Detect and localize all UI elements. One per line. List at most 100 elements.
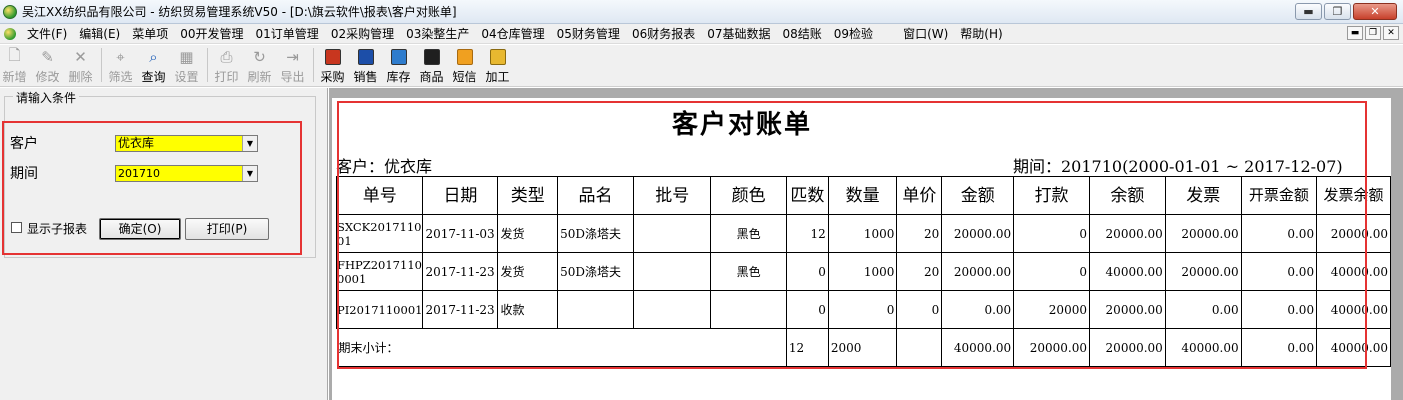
sales-icon [357,49,374,65]
cell-type: 发货 [497,252,559,291]
col-header: 单价 [896,176,943,215]
toolbar-separator [207,48,208,82]
col-header: 打款 [1013,176,1090,215]
menu-help[interactable]: 帮助(H) [954,25,1008,42]
export-button[interactable]: ⇥ 导出 [278,48,307,85]
col-header: 匹数 [785,176,829,215]
total-invoice: 40000.00 [1164,328,1242,367]
report-page: 客户对账单 客户：优衣库 期间：201710(2000-01-01 ~ 2017… [332,98,1391,400]
cell-date: 2017-11-23 [422,252,499,291]
col-header: 开票金额 [1240,176,1318,215]
col-header: 品名 [557,176,634,215]
cell-paid: 0 [1013,214,1090,253]
cell-amount: 0.00 [941,290,1015,329]
menu-base-data[interactable]: 07基础数据 [701,25,776,42]
mdi-minimize-button[interactable]: ▬ [1347,26,1363,40]
inventory-button[interactable]: 库存 [384,48,413,85]
menu-edit[interactable]: 编辑(E) [73,25,126,42]
sms-button[interactable]: 短信 [450,48,479,85]
purchase-button[interactable]: 采购 [318,48,347,85]
filter-button-label: 筛选 [108,70,133,84]
cell-date: 2017-11-23 [422,290,499,329]
mdi-restore-button[interactable]: ❐ [1365,26,1381,40]
cell-doc-no: PI2017110001 [335,290,424,329]
chevron-down-icon[interactable]: ▼ [242,136,257,151]
settings-button[interactable]: ▦ 设置 [172,48,201,85]
menu-bar: 文件(F) 编辑(E) 菜单项 00开发管理 01订单管理 02采购管理 03染… [0,24,1403,44]
cell-doc-no: FHPZ20171100001 [335,252,424,291]
menu-finance-management[interactable]: 05财务管理 [551,25,626,42]
menu-finance-reports[interactable]: 06财务报表 [626,25,701,42]
cell-balance: 20000.00 [1088,214,1166,253]
edit-icon: ✎ [41,48,54,66]
cell-pieces: 0 [785,252,829,291]
menu-dev-management[interactable]: 00开发管理 [174,25,249,42]
cell-product: 50D涤塔夫 [557,252,634,291]
cell-price: 20 [896,214,943,253]
refresh-button[interactable]: ↻ 刷新 [245,48,274,85]
refresh-icon: ↻ [253,48,266,66]
mdi-close-button[interactable]: ✕ [1383,26,1399,40]
table-row[interactable]: FHPZ20171100001 2017-11-23 发货 50D涤塔夫 黑色 … [335,252,1391,291]
cell-invoiced: 0.00 [1240,214,1318,253]
close-button[interactable]: ✕ [1353,3,1397,20]
cell-color: 黑色 [710,214,787,253]
purchase-button-label: 采购 [320,70,345,84]
table-header-row: 单号 日期 类型 品名 批号 颜色 匹数 数量 单价 金额 打款 余额 发票 开… [335,176,1391,215]
goods-button[interactable]: 商品 [417,48,446,85]
chevron-down-icon[interactable]: ▼ [242,166,257,181]
cell-type: 发货 [497,214,559,253]
menu-purchase-management[interactable]: 02采购管理 [325,25,400,42]
customer-select[interactable]: 优衣库 ▼ [115,135,258,152]
total-qty: 2000 [827,328,897,367]
toolbar-separator [313,48,314,82]
print-button[interactable]: 打印(P) [185,218,269,240]
document-icon[interactable] [4,27,16,40]
cell-balance: 40000.00 [1088,252,1166,291]
restore-button[interactable]: ❐ [1324,3,1351,20]
menu-warehouse-management[interactable]: 04仓库管理 [475,25,550,42]
sales-button-label: 销售 [353,70,378,84]
settings-button-label: 设置 [174,70,199,84]
sales-button[interactable]: 销售 [351,48,380,85]
app-logo-icon [3,4,17,19]
confirm-button[interactable]: 确定(O) [99,218,181,240]
filter-button[interactable]: ⌖ 筛选 [106,48,135,85]
condition-legend: 请输入条件 [13,89,80,106]
print-toolbar-button[interactable]: ⎙ 打印 [212,48,241,85]
new-button[interactable]: 🗋 新增 [0,46,29,85]
customer-label: 客户 [10,136,38,152]
col-header: 余额 [1088,176,1166,215]
purchase-icon [324,49,341,65]
statement-table: 单号 日期 类型 品名 批号 颜色 匹数 数量 单价 金额 打款 余额 发票 开… [335,176,1391,367]
table-row[interactable]: PI2017110001 2017-11-23 收款 0 0 0 0.00 20… [335,290,1391,329]
table-row[interactable]: SXCK201711001 2017-11-03 发货 50D涤塔夫 黑色 12… [335,214,1391,253]
menu-closing[interactable]: 08结账 [777,25,828,42]
cell-invoice: 20000.00 [1164,214,1242,253]
menu-inspection[interactable]: 09检验 [828,25,879,42]
menu-file[interactable]: 文件(F) [21,25,73,42]
total-pieces: 12 [785,328,829,367]
menu-dyeing-production[interactable]: 03染整生产 [400,25,475,42]
cell-invoice-balance: 40000.00 [1316,252,1391,291]
col-header: 发票余额 [1316,176,1391,215]
menu-window[interactable]: 窗口(W) [897,25,954,42]
edit-button[interactable]: ✎ 修改 [33,48,62,85]
cell-balance: 20000.00 [1088,290,1166,329]
settings-icon: ▦ [179,48,194,66]
delete-button[interactable]: ✕ 删除 [66,48,95,85]
delete-icon: ✕ [74,48,87,66]
cell-paid: 0 [1013,252,1090,291]
period-select[interactable]: 201710 ▼ [115,165,258,182]
goods-icon [423,49,440,65]
cell-paid: 20000 [1013,290,1090,329]
menu-items[interactable]: 菜单项 [126,25,174,42]
show-sub-report-checkbox[interactable] [11,222,22,233]
total-invoice-balance: 40000.00 [1316,328,1391,367]
process-button[interactable]: 加工 [483,48,512,85]
cell-qty: 1000 [827,214,898,253]
menu-order-management[interactable]: 01订单管理 [250,25,325,42]
query-button[interactable]: ⌕ 查询 [139,48,168,85]
cell-qty: 1000 [827,252,898,291]
minimize-button[interactable]: ▬ [1295,3,1322,20]
